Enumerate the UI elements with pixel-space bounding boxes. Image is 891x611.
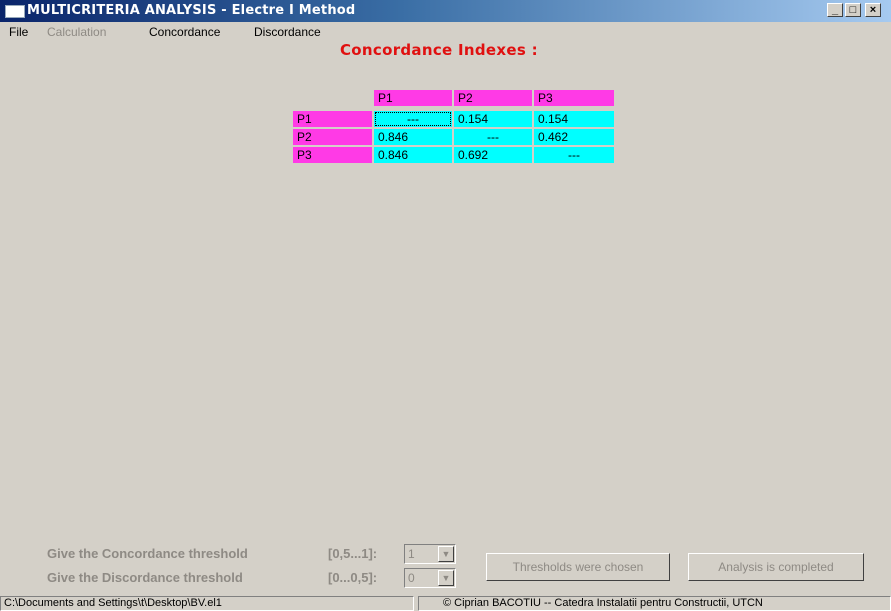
menu-discordance[interactable]: Discordance	[254, 25, 321, 39]
page-title: Concordance Indexes :	[340, 41, 538, 59]
app-icon	[5, 5, 25, 18]
thresholds-chosen-button[interactable]: Thresholds were chosen	[486, 553, 670, 581]
chevron-down-icon[interactable]: ▼	[438, 546, 454, 562]
concordance-range-label: [0,5...1]:	[328, 546, 378, 561]
column-header: P1	[374, 90, 452, 106]
menu-concordance[interactable]: Concordance	[149, 25, 220, 39]
table-cell[interactable]: 0.692	[454, 147, 532, 163]
row-header: P2	[293, 129, 372, 145]
concordance-threshold-value: 1	[408, 547, 415, 561]
discordance-range-label: [0...0,5]:	[328, 570, 378, 585]
window-title: MULTICRITERIA ANALYSIS - Electre I Metho…	[27, 3, 356, 18]
discordance-threshold-select[interactable]: 0 ▼	[404, 568, 456, 588]
table-cell[interactable]: ---	[534, 147, 614, 163]
column-header: P2	[454, 90, 532, 106]
table-cell[interactable]: 0.154	[534, 111, 614, 127]
maximize-button[interactable]: □	[845, 3, 861, 17]
table-cell[interactable]: 0.154	[454, 111, 532, 127]
status-file-path: C:\Documents and Settings\t\Desktop\BV.e…	[0, 596, 414, 611]
row-header: P3	[293, 147, 372, 163]
column-header: P3	[534, 90, 614, 106]
table-cell[interactable]: 0.846	[374, 147, 452, 163]
chevron-down-icon[interactable]: ▼	[438, 570, 454, 586]
discordance-threshold-value: 0	[408, 571, 415, 585]
concordance-threshold-select[interactable]: 1 ▼	[404, 544, 456, 564]
menu-calculation[interactable]: Calculation	[47, 25, 106, 39]
analysis-completed-button[interactable]: Analysis is completed	[688, 553, 864, 581]
status-bar: C:\Documents and Settings\t\Desktop\BV.e…	[0, 596, 891, 611]
table-cell[interactable]: ---	[454, 129, 532, 145]
table-cell[interactable]: ---	[374, 111, 452, 127]
table-cell[interactable]: 0.462	[534, 129, 614, 145]
discordance-threshold-label: Give the Discordance threshold	[47, 570, 243, 585]
status-copyright: © Ciprian BACOTIU -- Catedra Instalatii …	[418, 596, 891, 611]
menu-bar: File Calculation Concordance Discordance	[0, 22, 891, 41]
concordance-threshold-label: Give the Concordance threshold	[47, 546, 248, 561]
title-bar[interactable]: MULTICRITERIA ANALYSIS - Electre I Metho…	[0, 0, 891, 22]
menu-file[interactable]: File	[9, 25, 28, 39]
minimize-button[interactable]: _	[827, 3, 843, 17]
row-header: P1	[293, 111, 372, 127]
table-cell[interactable]: 0.846	[374, 129, 452, 145]
close-button[interactable]: ×	[865, 3, 881, 17]
